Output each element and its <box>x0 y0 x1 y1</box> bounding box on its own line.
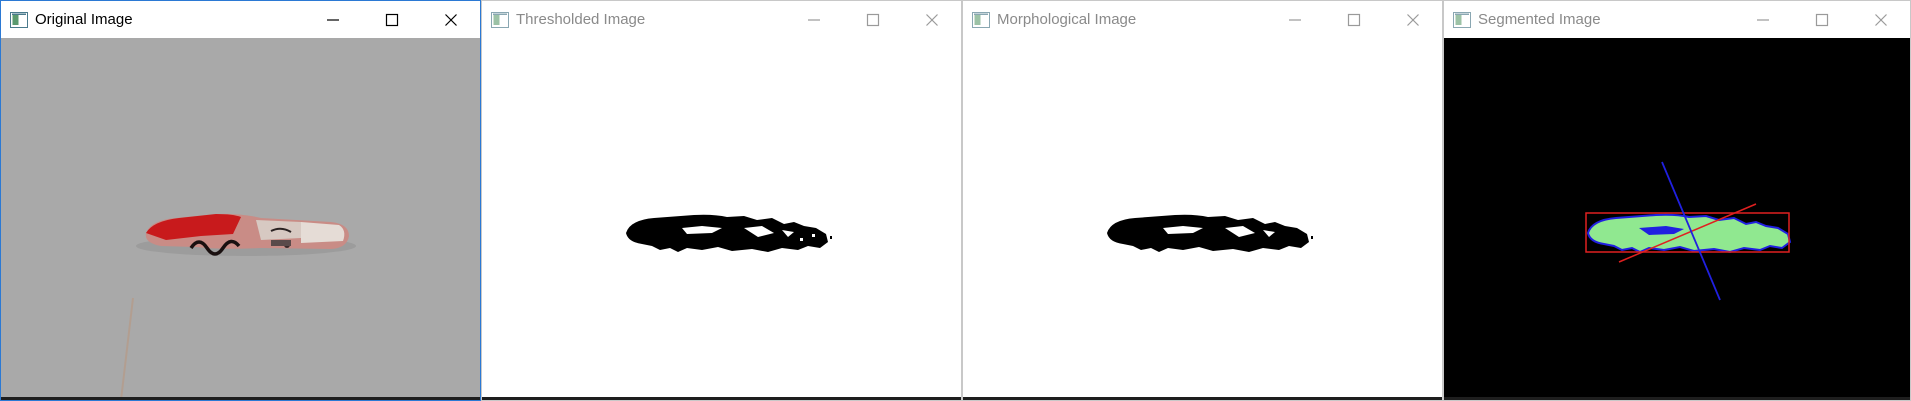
title-bar[interactable]: Thresholded Image <box>482 1 961 38</box>
threshold-blob <box>626 214 832 252</box>
maximize-icon[interactable] <box>362 1 421 38</box>
morphological-image-window[interactable]: Morphological Image <box>962 0 1443 401</box>
maximize-icon[interactable] <box>1792 1 1851 38</box>
app-icon <box>972 11 990 28</box>
morphological-image-canvas <box>963 38 1442 400</box>
app-icon <box>1453 11 1471 28</box>
thresholded-image-window[interactable]: Thresholded Image <box>481 0 962 401</box>
close-icon[interactable] <box>1383 1 1442 38</box>
corkscrew-photo <box>1 38 480 400</box>
title-bar[interactable]: Original Image <box>1 1 480 38</box>
maximize-icon[interactable] <box>1324 1 1383 38</box>
thresholded-image-canvas <box>482 38 961 400</box>
segmented-image-window[interactable]: Segmented Image <box>1443 0 1911 401</box>
original-image-window[interactable]: Original Image <box>0 0 481 401</box>
app-icon <box>491 11 509 28</box>
minimize-icon[interactable] <box>784 1 843 38</box>
close-icon[interactable] <box>902 1 961 38</box>
title-bar[interactable]: Morphological Image <box>963 1 1442 38</box>
segmentation-overlay <box>1444 38 1910 400</box>
window-title: Morphological Image <box>997 11 1137 28</box>
morphology-blob <box>1107 214 1313 252</box>
window-title: Thresholded Image <box>516 11 646 28</box>
minimize-icon[interactable] <box>303 1 362 38</box>
status-bar <box>482 397 961 400</box>
minimize-icon[interactable] <box>1733 1 1792 38</box>
window-title: Segmented Image <box>1478 11 1601 28</box>
close-icon[interactable] <box>1851 1 1910 38</box>
minimize-icon[interactable] <box>1265 1 1324 38</box>
title-bar[interactable]: Segmented Image <box>1444 1 1910 38</box>
status-bar <box>1444 397 1910 400</box>
app-icon <box>10 11 28 28</box>
segmented-image-canvas <box>1444 38 1910 400</box>
window-title: Original Image <box>35 11 133 28</box>
status-bar <box>1 397 480 400</box>
close-icon[interactable] <box>421 1 480 38</box>
original-image-canvas <box>1 38 480 400</box>
status-bar <box>963 397 1442 400</box>
maximize-icon[interactable] <box>843 1 902 38</box>
